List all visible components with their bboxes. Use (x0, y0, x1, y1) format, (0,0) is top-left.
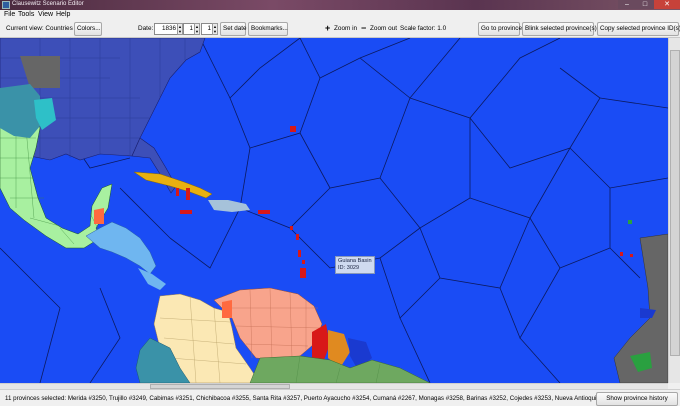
zoom-out-icon[interactable]: − (361, 23, 366, 33)
province-tooltip: Guiana Basin ID: 3029 (335, 256, 375, 274)
map-canvas[interactable]: Guiana Basin ID: 3029 (0, 38, 668, 383)
tooltip-province-name: Guiana Basin (338, 258, 372, 264)
scale-factor: Scale factor: 1.0 (400, 25, 447, 32)
title-bar: Clausewitz Scenario Editor – □ ✕ (0, 0, 680, 10)
month-spinner-arrows[interactable]: ▲ ▼ (194, 23, 200, 35)
bermuda-island[interactable] (290, 126, 296, 132)
mexico-north-teal[interactable] (0, 84, 40, 138)
venezuela-selected-province[interactable] (222, 300, 232, 318)
go-to-province-button[interactable]: Go to province (478, 22, 522, 36)
app-icon (2, 1, 10, 9)
maximize-button[interactable]: □ (636, 0, 654, 9)
blink-selected-button[interactable]: Blink selected province(s) (522, 22, 597, 36)
bookmarks-button[interactable]: Bookmarks... (248, 22, 288, 36)
show-province-history-button[interactable]: Show province history (596, 392, 678, 406)
bahamas-island[interactable] (186, 188, 190, 200)
close-button[interactable]: ✕ (654, 0, 680, 9)
selection-status: 11 provinces selected: Merida #3250, Tru… (5, 395, 619, 402)
menu-help[interactable]: Help (56, 11, 70, 18)
set-date-button[interactable]: Set date (220, 22, 246, 36)
status-bar: 11 provinces selected: Merida #3250, Tru… (0, 389, 680, 406)
copy-province-ids-button[interactable]: Copy selected province ID(s) (597, 22, 680, 36)
jamaica-territory[interactable] (180, 210, 192, 214)
date-label: Date: (138, 25, 154, 32)
trinidad-territory[interactable] (300, 268, 306, 278)
zoom-in-button[interactable]: Zoom in (334, 25, 357, 32)
menu-view[interactable]: View (38, 11, 53, 18)
map-svg[interactable] (0, 38, 668, 383)
current-view-label: Current view: Countries (6, 25, 73, 32)
colors-button[interactable]: Colors... (74, 22, 102, 36)
zoom-out-button[interactable]: Zoom out (370, 25, 397, 32)
window-title: Clausewitz Scenario Editor (12, 1, 84, 7)
menu-bar: File Tools View Help (0, 10, 680, 20)
vertical-scroll-thumb[interactable] (670, 50, 680, 356)
menu-tools[interactable]: Tools (18, 11, 34, 18)
vertical-scrollbar[interactable] (668, 38, 680, 383)
toolbar: Current view: Countries Colors... Date: … (0, 20, 680, 38)
puerto-rico-territory[interactable] (258, 210, 270, 214)
menu-file[interactable]: File (4, 11, 15, 18)
minimize-button[interactable]: – (618, 0, 636, 9)
year-spinner[interactable]: 1836 (154, 23, 178, 35)
selected-province[interactable] (94, 208, 104, 224)
tooltip-province-id: ID: 3029 (338, 265, 360, 271)
day-spinner-arrows[interactable]: ▲ ▼ (212, 23, 218, 35)
zoom-in-icon[interactable]: + (325, 23, 330, 33)
